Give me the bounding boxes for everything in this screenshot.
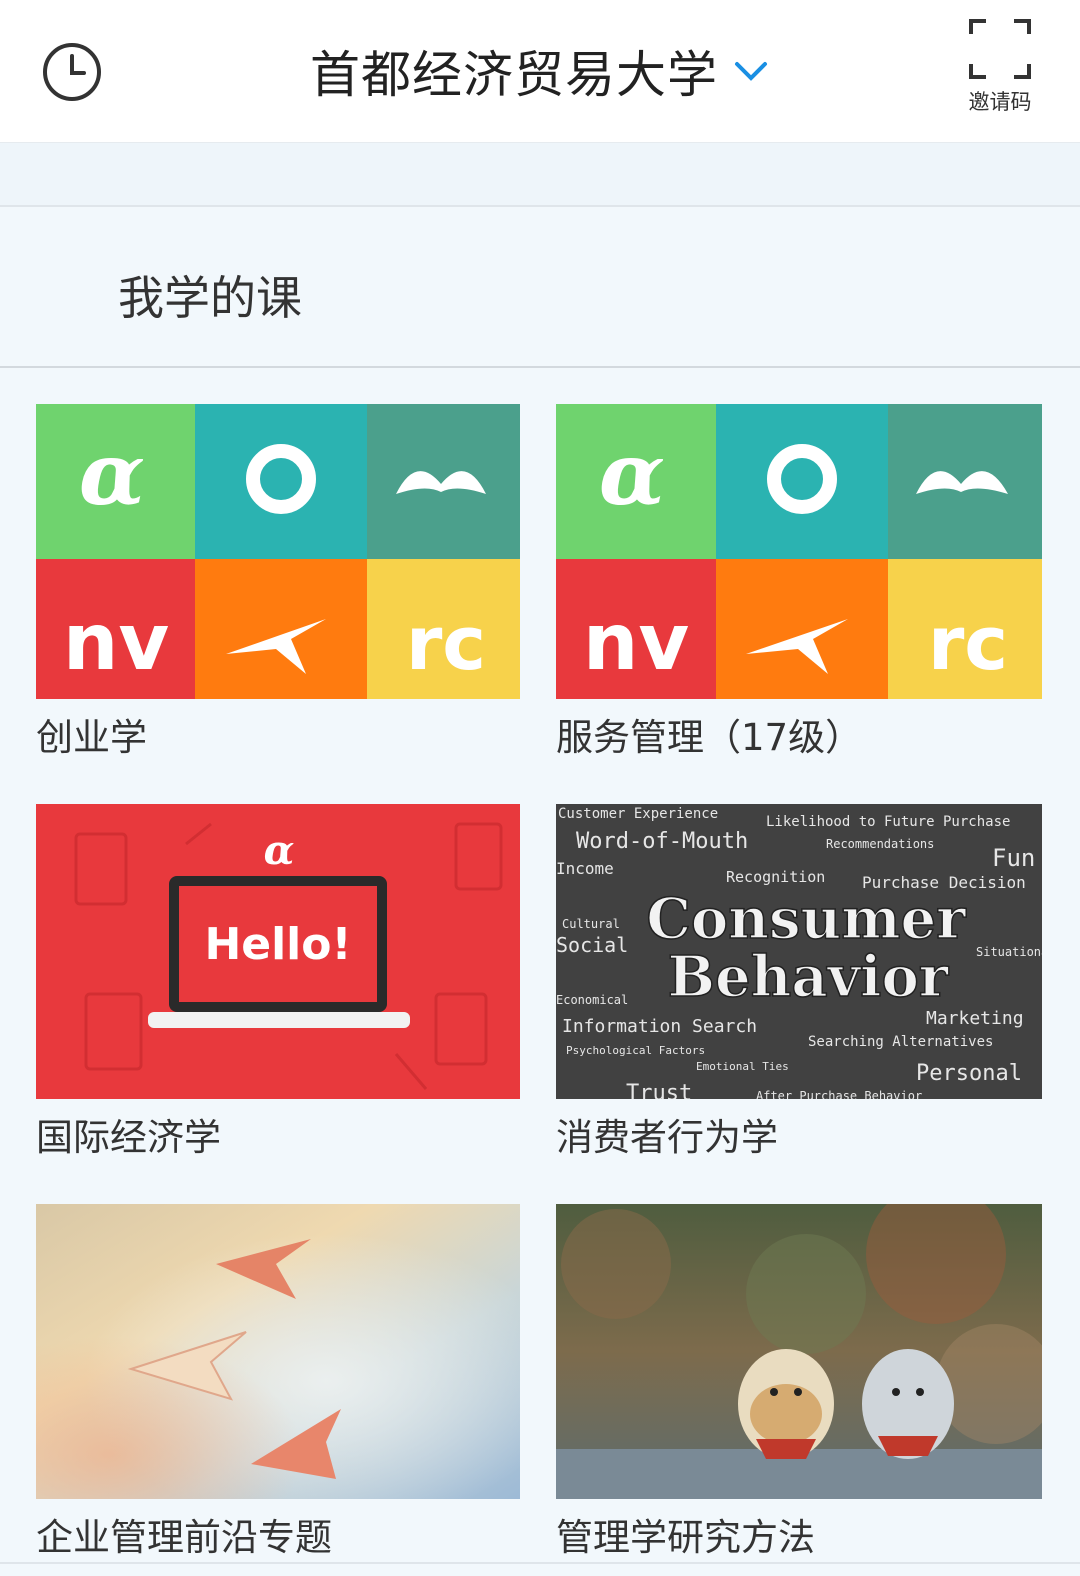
chevron-down-icon[interactable] [732,52,770,90]
scan-icon [969,19,1031,79]
course-cover-image [556,1204,1042,1499]
svg-text:α: α [599,424,665,525]
section-title: 我学的课 [118,271,302,325]
course-title: 国际经济学 [36,1116,221,1159]
chalk-word: Fun [992,844,1035,872]
course-card[interactable]: Customer Experience Likelihood to Future… [556,804,1042,1161]
top-bar: 首都经济贸易大学 邀请码 [0,0,1080,143]
clock-icon [43,43,101,101]
course-title: 消费者行为学 [556,1116,778,1159]
chalk-word: Psychological Factors [566,1044,705,1057]
course-title: 管理学研究方法 [556,1516,815,1559]
chalk-word: Cultural [562,917,620,931]
svg-text:rc: rc [406,601,486,687]
school-title[interactable]: 首都经济贸易大学 [310,35,718,107]
history-button[interactable] [40,40,104,104]
svg-text:rc: rc [928,601,1008,687]
bottom-divider [0,1562,1080,1564]
chalk-word: Situational [976,945,1042,959]
course-card[interactable]: α nv rc 服务管理（17级） [556,404,1042,761]
chalk-word: After Purchase Behavior [756,1089,922,1099]
chalk-title-behavior: Behavior [668,944,950,1010]
chalk-word: Recognition [726,868,825,886]
chalk-word: Word-of-Mouth [576,829,748,854]
section-divider [0,366,1080,368]
chalk-title-consumer: Consumer [646,886,967,952]
chalk-word: Income [556,859,614,878]
chalk-word: Marketing [926,1008,1024,1029]
course-title: 创业学 [36,716,147,759]
course-cover-image: Customer Experience Likelihood to Future… [556,804,1042,1099]
svg-text:α: α [79,424,145,525]
course-cover-image: α nv rc [556,404,1042,699]
svg-text:nv: nv [583,598,689,688]
chalk-word: Economical [556,993,628,1007]
svg-text:α: α [264,827,295,874]
chalk-word: Information Search [562,1016,757,1037]
svg-text:nv: nv [63,598,169,688]
course-card[interactable]: 企业管理前沿专题 [36,1204,520,1561]
laptop-hello-text: Hello! [204,919,351,970]
course-title: 企业管理前沿专题 [36,1516,332,1559]
course-title: 服务管理（17级） [556,716,863,759]
chalk-word: Social [556,933,628,957]
course-card[interactable]: α nv rc 创业学 [36,404,520,761]
course-cover-image [36,1204,520,1499]
course-card[interactable]: 管理学研究方法 [556,1204,1042,1561]
invite-code-label: 邀请码 [968,90,1032,114]
chalk-word: Customer Experience [558,806,718,822]
chalk-word: Personal [916,1061,1022,1086]
invite-code-button[interactable]: 邀请码 [960,18,1040,128]
chalk-word: Recommendations [826,837,934,851]
course-cover-image: α nv rc [36,404,520,699]
course-cover-image: α Hello! [36,804,520,1099]
chalk-word: Searching Alternatives [808,1034,993,1050]
chalk-word: Trust [626,1081,692,1099]
chalk-word: Emotional Ties [696,1060,789,1073]
chalk-word: Likelihood to Future Purchase [766,814,1010,830]
course-card[interactable]: α Hello! 国际经济学 [36,804,520,1161]
notice-band [0,143,1080,207]
